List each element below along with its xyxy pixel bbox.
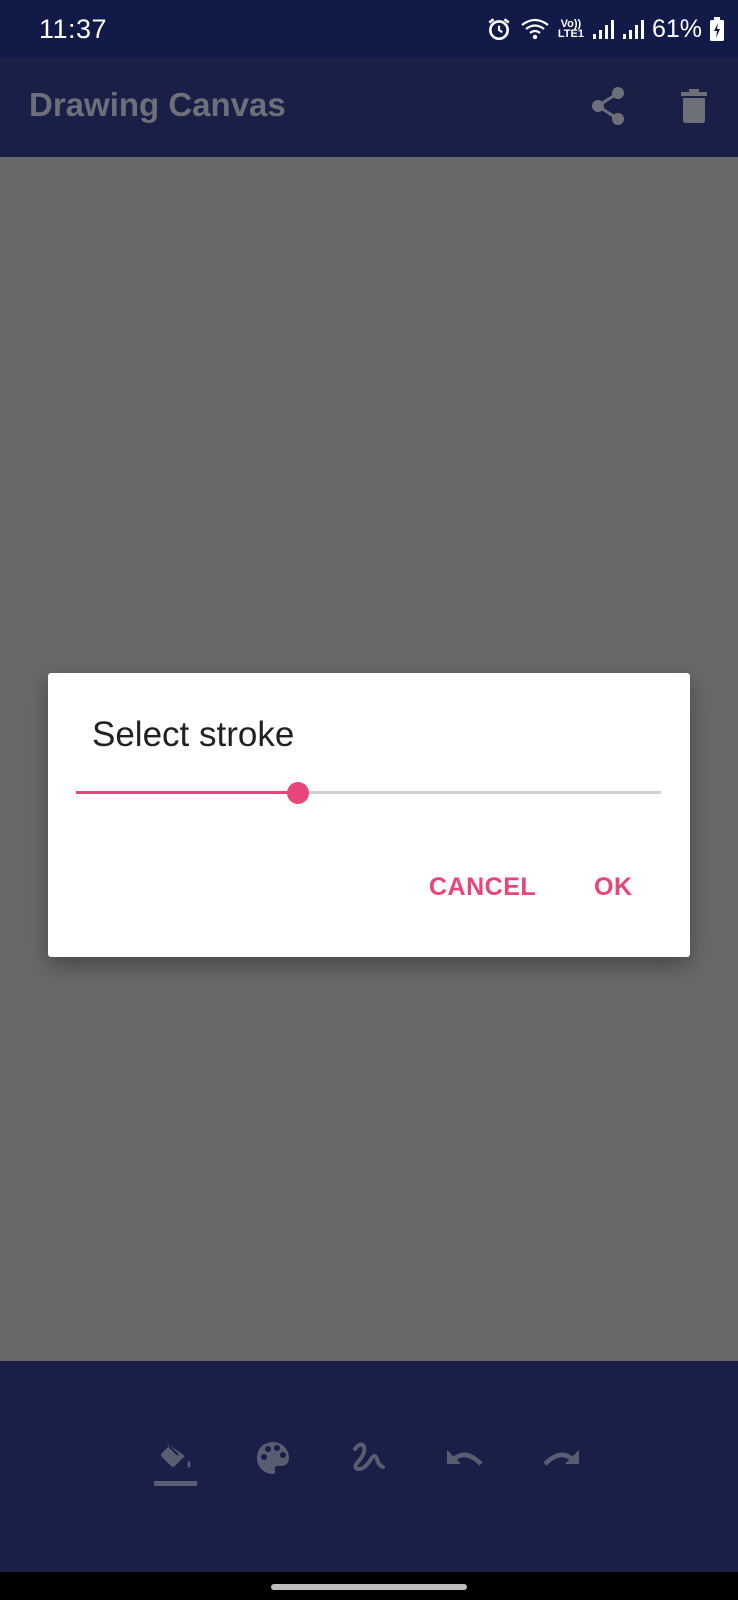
stroke-icon [351,1441,387,1480]
alarm-icon [486,16,512,42]
redo-button[interactable] [537,1436,585,1484]
volte-indicator: Vo)) LTE1 [557,19,584,40]
home-gesture-handle[interactable] [271,1584,467,1590]
palette-tool-button[interactable] [249,1436,297,1484]
select-stroke-dialog: Select stroke CANCEL OK [48,673,690,957]
status-icons: Vo)) LTE1 61% [486,14,724,44]
stroke-slider[interactable] [76,773,661,813]
stroke-tool-button[interactable] [345,1436,393,1484]
app-title: Drawing Canvas [29,86,286,123]
ok-button[interactable]: OK [594,873,633,902]
wifi-icon [520,16,550,42]
app-bar: Drawing Canvas [0,58,738,157]
battery-charging-icon [710,17,724,41]
signal-icon [592,18,614,40]
status-bar: 11:37 Vo)) LTE1 61% [0,0,738,58]
fill-tool-button[interactable] [152,1436,200,1484]
share-icon [590,86,626,131]
lte-label: LTE1 [557,28,584,40]
battery-percent: 61% [651,14,702,43]
palette-icon [255,1440,291,1481]
fill-bucket-icon [156,1440,196,1481]
share-button[interactable] [584,84,632,132]
redo-icon [541,1446,581,1475]
status-time: 11:37 [39,14,108,44]
slider-fill [76,791,299,794]
undo-icon [445,1446,485,1475]
bottom-toolbar [0,1361,738,1572]
system-nav-bar [0,1572,738,1600]
undo-button[interactable] [441,1436,489,1484]
signal-icon-2 [622,18,644,40]
dialog-title: Select stroke [92,715,295,754]
delete-button[interactable] [670,84,718,132]
slider-thumb[interactable] [287,782,310,804]
selected-tool-indicator [154,1481,197,1486]
cancel-button[interactable]: CANCEL [429,873,536,902]
delete-icon [681,88,707,128]
